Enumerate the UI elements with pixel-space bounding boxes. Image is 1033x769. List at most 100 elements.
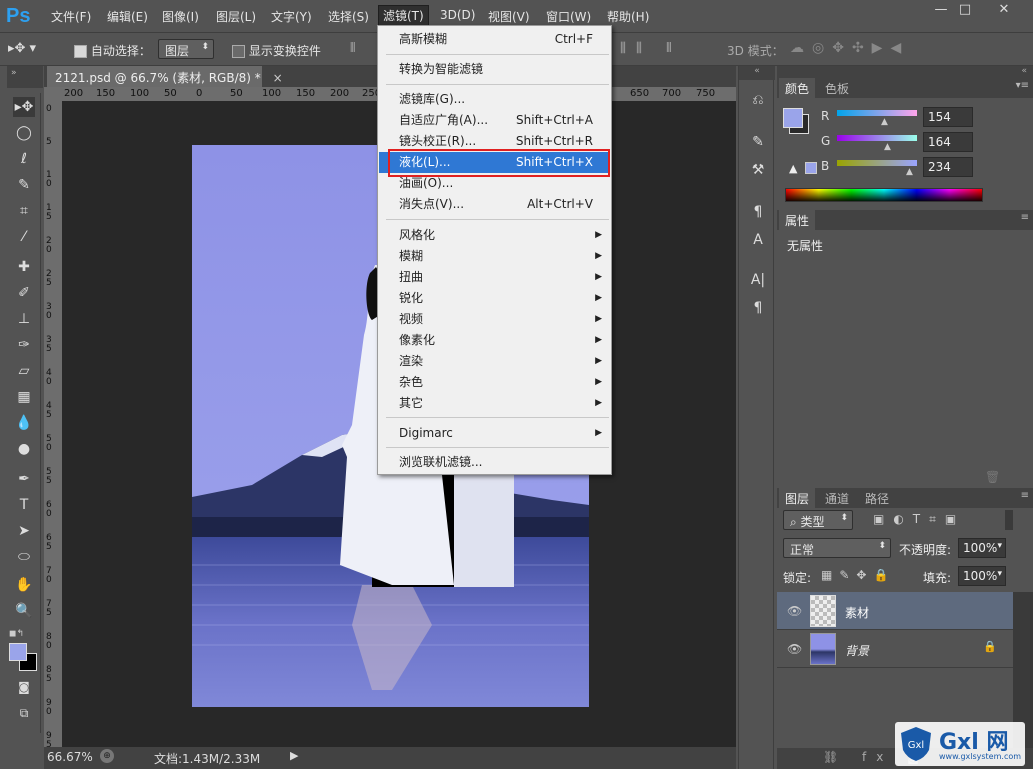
toolbar-collapse-icon[interactable]: » xyxy=(7,66,43,88)
menu-layer[interactable]: 图层(L) xyxy=(216,8,256,25)
tab-swatches[interactable]: 色板 xyxy=(819,78,855,98)
tab-layers[interactable]: 图层 xyxy=(779,488,816,508)
foreground-color-swatch[interactable] xyxy=(9,643,27,661)
blur-tool-icon[interactable]: 💧 xyxy=(13,413,35,433)
brush-tool-icon[interactable]: ✐ xyxy=(13,283,35,303)
menu-item-stylize[interactable]: 风格化 ▶ xyxy=(379,225,610,246)
b-slider-handle[interactable]: ▲ xyxy=(906,167,913,177)
visibility-eye-icon[interactable]: 👁 xyxy=(787,642,802,656)
clone-stamp-tool-icon[interactable]: ⊥ xyxy=(13,309,35,329)
menu-item-pixelate[interactable]: 像素化 ▶ xyxy=(379,330,610,351)
default-colors-icon[interactable]: ◼↰ xyxy=(9,629,24,639)
dock-collapse-icon[interactable]: « xyxy=(739,66,775,80)
menu-item-other[interactable]: 其它 ▶ xyxy=(379,393,610,414)
character-styles-panel-icon[interactable]: A| xyxy=(748,272,768,292)
g-slider[interactable] xyxy=(837,135,917,141)
healing-brush-tool-icon[interactable]: ✚ xyxy=(13,257,35,277)
menu-item-vanishing-point[interactable]: 消失点(V)... Alt+Ctrl+V xyxy=(379,194,610,215)
ellipse-tool-icon[interactable]: ⬭ xyxy=(13,547,35,567)
move-tool-preset-icon[interactable]: ▸✥ ▾ xyxy=(8,41,48,59)
history-panel-icon[interactable]: ⎌ xyxy=(748,92,768,112)
menu-item-render[interactable]: 渲染 ▶ xyxy=(379,351,610,372)
visibility-eye-icon[interactable]: 👁 xyxy=(787,604,802,618)
show-transform-checkbox[interactable] xyxy=(232,45,245,58)
brush-presets-panel-icon[interactable]: ✎ xyxy=(748,134,768,154)
distribute-icons[interactable]: ⫼⫼ ⫴ xyxy=(620,41,682,56)
b-value-field[interactable]: 234 xyxy=(923,157,973,177)
layer-filter-dropdown[interactable]: ⌕ 类型 ⬍ xyxy=(783,510,853,530)
menu-filter[interactable]: 滤镜(T) xyxy=(378,5,429,26)
paragraph-panel-icon[interactable]: ¶ xyxy=(748,204,768,224)
tab-properties[interactable]: 属性 xyxy=(779,210,816,230)
menu-help[interactable]: 帮助(H) xyxy=(607,8,649,25)
web-safe-swatch[interactable] xyxy=(805,162,817,174)
document-status-icon[interactable]: ⊕ xyxy=(100,749,114,763)
maximize-button[interactable]: □ xyxy=(948,0,982,20)
menu-file[interactable]: 文件(F) xyxy=(51,8,91,25)
tool-presets-panel-icon[interactable]: ⚒ xyxy=(748,162,768,182)
document-tab[interactable]: 2121.psd @ 66.7% (素材, RGB/8) * × xyxy=(47,66,283,87)
menu-item-video[interactable]: 视频 ▶ xyxy=(379,309,610,330)
blend-mode-dropdown[interactable]: 正常 ⬍ xyxy=(783,538,891,558)
menu-item-distort[interactable]: 扭曲 ▶ xyxy=(379,267,610,288)
gamut-warning-icon[interactable]: ▲ xyxy=(789,162,797,175)
close-tab-icon[interactable]: × xyxy=(273,71,283,85)
quick-mask-icon[interactable]: ◙ xyxy=(13,677,35,697)
marquee-tool-icon[interactable]: ◯ xyxy=(13,123,35,143)
move-tool-icon[interactable]: ▸✥ xyxy=(13,97,35,117)
quick-select-tool-icon[interactable]: ✎ xyxy=(13,175,35,195)
menu-item-browse-online-filters[interactable]: 浏览联机滤镜... xyxy=(379,452,610,473)
screen-mode-icon[interactable]: ⧉ xyxy=(13,703,35,723)
eyedropper-tool-icon[interactable]: ⁄ xyxy=(13,227,35,247)
menu-item-blur[interactable]: 模糊 ▶ xyxy=(379,246,610,267)
menu-edit[interactable]: 编辑(E) xyxy=(107,8,148,25)
character-panel-icon[interactable]: A xyxy=(748,232,768,252)
auto-select-checkbox[interactable] xyxy=(74,45,87,58)
r-slider-handle[interactable]: ▲ xyxy=(881,117,888,127)
menu-item-filter-gallery[interactable]: 滤镜库(G)... xyxy=(379,89,610,110)
panel-menu-icon[interactable]: ▾≡ xyxy=(1016,80,1029,91)
color-foreground-swatch[interactable] xyxy=(783,108,803,128)
menu-view[interactable]: 视图(V) xyxy=(488,8,530,25)
menu-item-gaussian-blur[interactable]: 高斯模糊 Ctrl+F xyxy=(379,29,610,50)
lock-icons[interactable]: ▦✎✥🔒 xyxy=(821,568,895,582)
align-icon[interactable]: ⫴ xyxy=(350,41,355,56)
gradient-tool-icon[interactable]: ▦ xyxy=(13,387,35,407)
menu-select[interactable]: 选择(S) xyxy=(328,8,369,25)
layers-menu-icon[interactable]: ≡ xyxy=(1021,490,1029,501)
r-value-field[interactable]: 154 xyxy=(923,107,973,127)
color-spectrum-bar[interactable] xyxy=(785,188,983,202)
layer-row-sucai[interactable]: 👁 素材 xyxy=(777,592,1013,630)
properties-delete-icon[interactable]: 🗑 xyxy=(985,470,1000,484)
path-select-tool-icon[interactable]: ➤ xyxy=(13,521,35,541)
status-menu-arrow-icon[interactable]: ▶ xyxy=(290,749,298,762)
layer-name[interactable]: 素材 xyxy=(845,604,869,621)
crop-tool-icon[interactable]: ⌗ xyxy=(13,201,35,221)
g-value-field[interactable]: 164 xyxy=(923,132,973,152)
hand-tool-icon[interactable]: ✋ xyxy=(13,575,35,595)
menu-item-adaptive-wide-angle[interactable]: 自适应广角(A)... Shift+Ctrl+A xyxy=(379,110,610,131)
3d-mode-icons[interactable]: ☁◎✥✣▶◀ xyxy=(790,40,909,56)
dodge-tool-icon[interactable]: ● xyxy=(13,439,35,459)
b-slider[interactable] xyxy=(837,160,917,166)
properties-menu-icon[interactable]: ≡ xyxy=(1021,212,1029,223)
menu-item-smart-filter[interactable]: 转换为智能滤镜 xyxy=(379,59,610,80)
zoom-level[interactable]: 66.67% xyxy=(47,750,93,764)
menu-window[interactable]: 窗口(W) xyxy=(546,8,591,25)
lasso-tool-icon[interactable]: ℓ xyxy=(13,149,35,169)
pen-tool-icon[interactable]: ✒ xyxy=(13,469,35,489)
eraser-tool-icon[interactable]: ▱ xyxy=(13,361,35,381)
r-slider[interactable] xyxy=(837,110,917,116)
g-slider-handle[interactable]: ▲ xyxy=(884,142,891,152)
menu-item-digimarc[interactable]: Digimarc ▶ xyxy=(379,423,610,444)
tab-color[interactable]: 颜色 xyxy=(779,78,816,98)
menu-type[interactable]: 文字(Y) xyxy=(271,8,312,25)
menu-item-sharpen[interactable]: 锐化 ▶ xyxy=(379,288,610,309)
filter-toggle[interactable] xyxy=(1005,510,1013,530)
tab-channels[interactable]: 通道 xyxy=(819,488,855,508)
opacity-field[interactable]: 100% ▾ xyxy=(958,538,1006,558)
tab-paths[interactable]: 路径 xyxy=(859,488,895,508)
type-tool-icon[interactable]: T xyxy=(13,495,35,515)
menu-image[interactable]: 图像(I) xyxy=(162,8,199,25)
fill-field[interactable]: 100% ▾ xyxy=(958,566,1006,586)
